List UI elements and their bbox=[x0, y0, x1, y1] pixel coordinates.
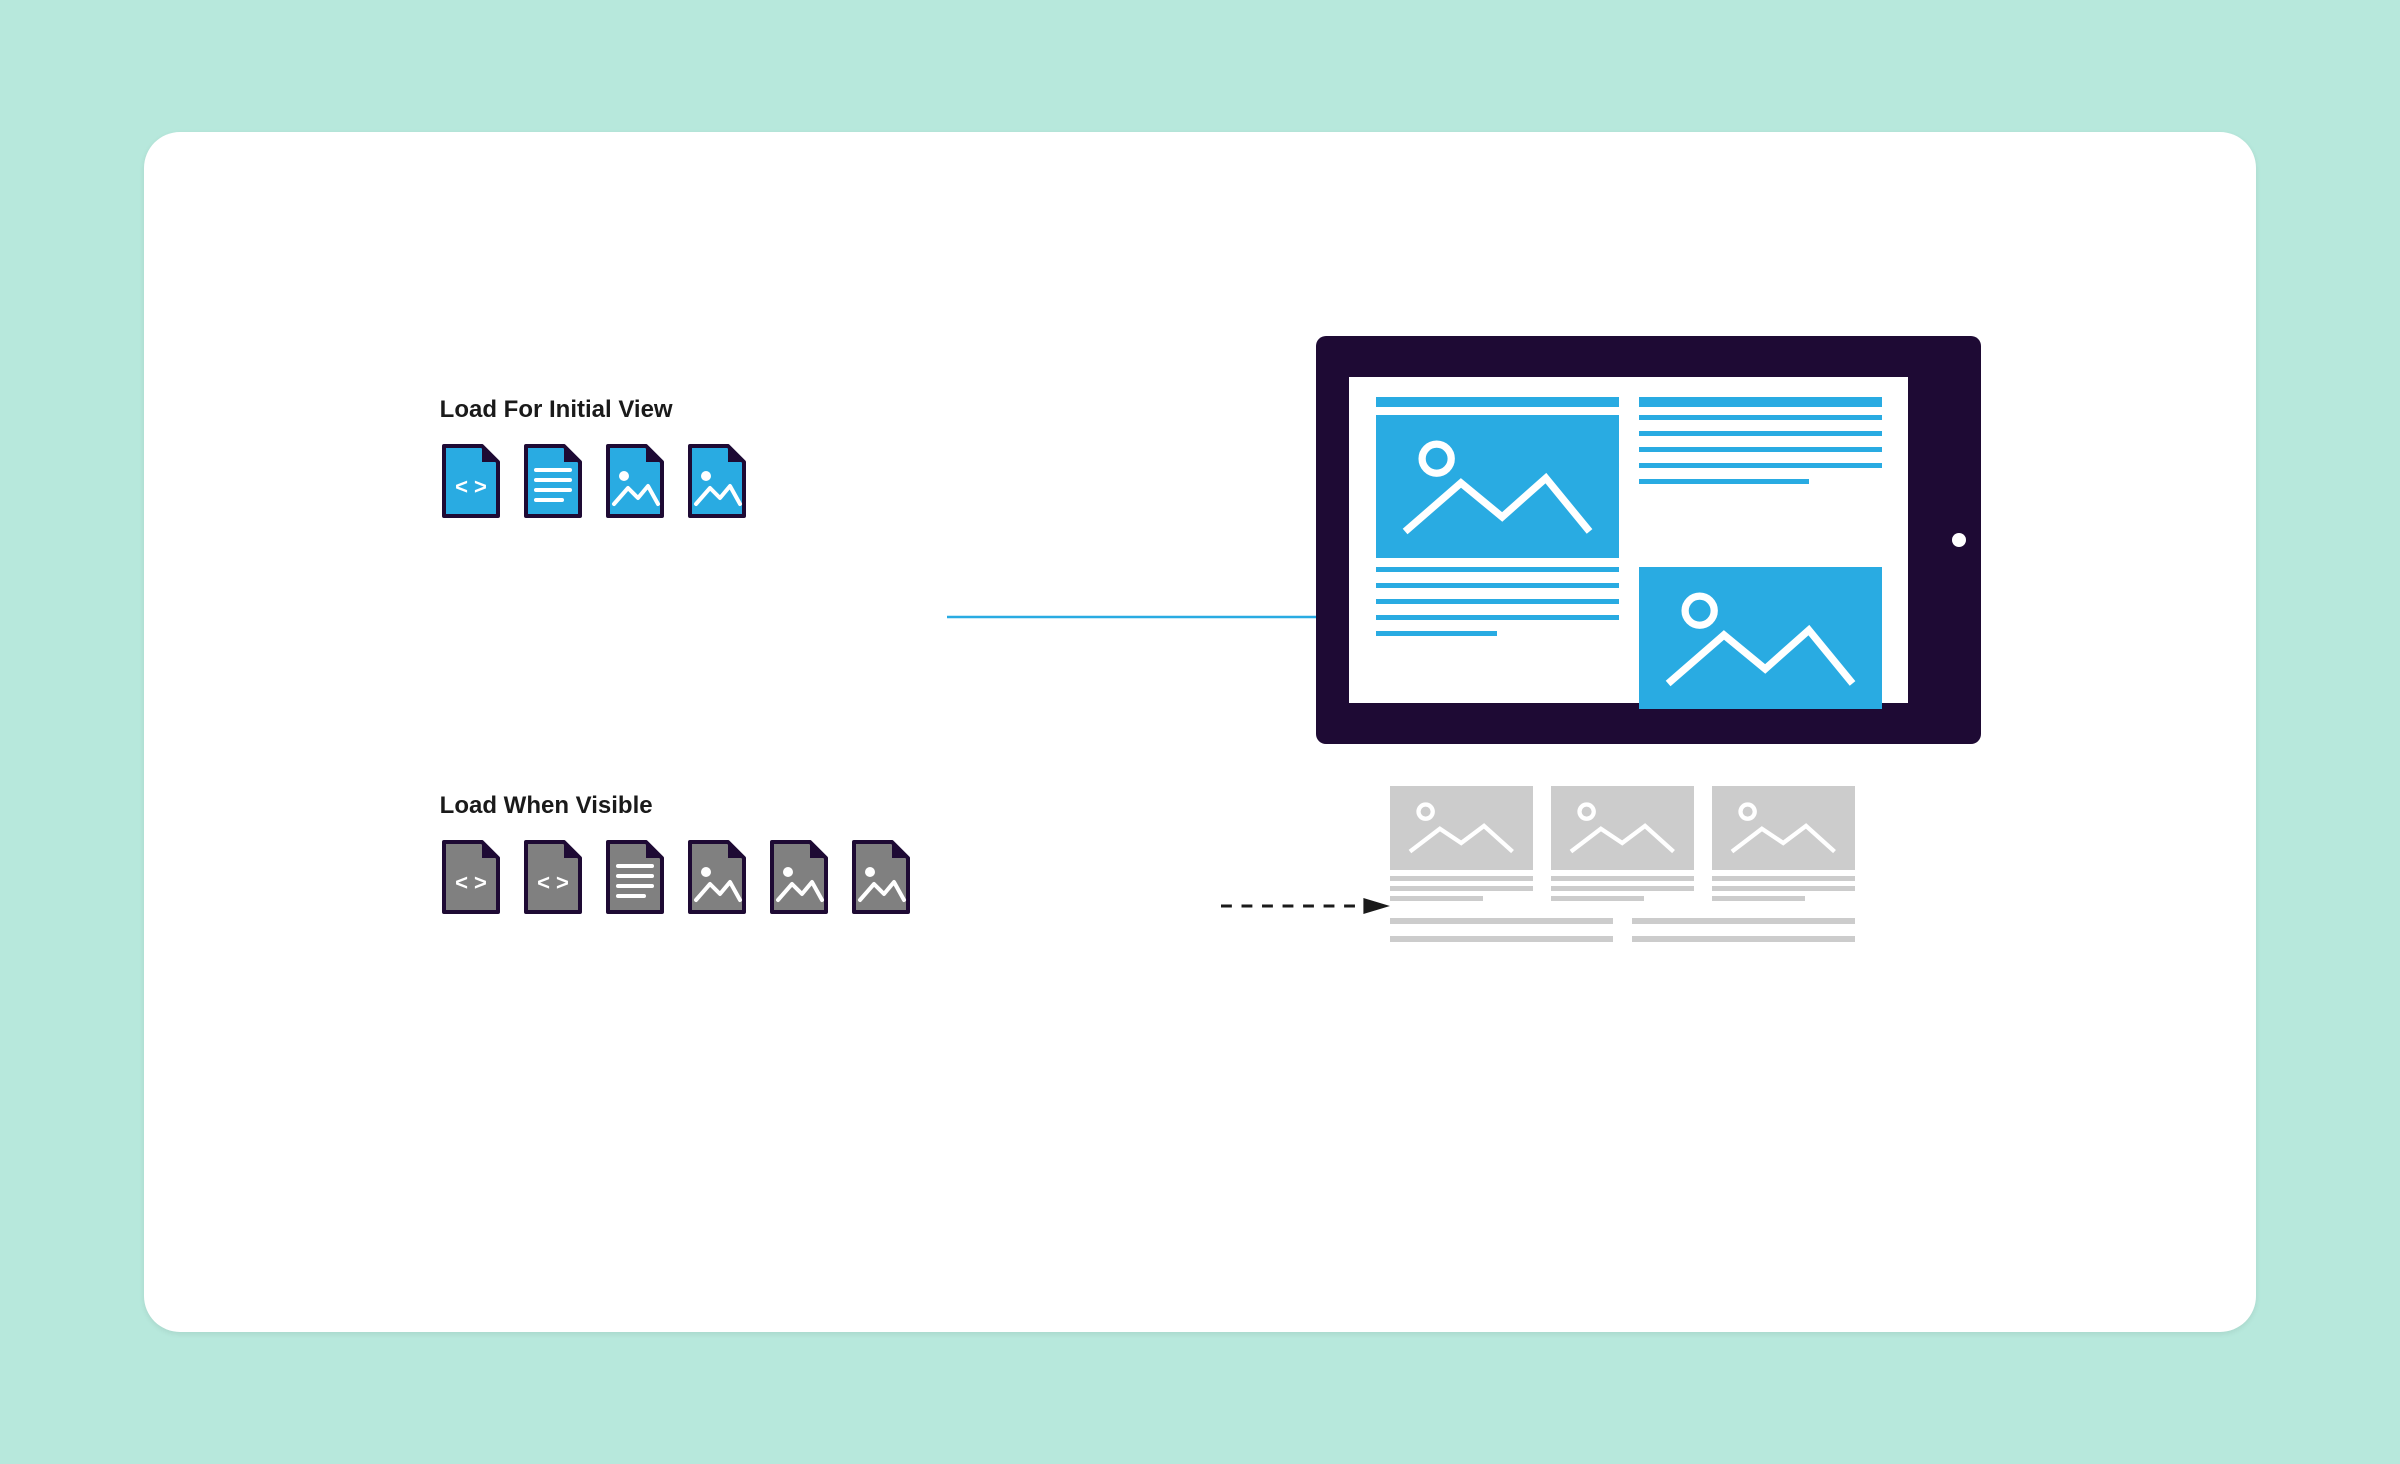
text-line bbox=[1376, 583, 1619, 588]
text-file-icon bbox=[522, 442, 584, 520]
text-line bbox=[1551, 886, 1693, 891]
text-line bbox=[1390, 876, 1532, 881]
image-file-icon bbox=[604, 442, 666, 520]
text-line bbox=[1632, 918, 1855, 924]
text-line bbox=[1390, 918, 1613, 924]
text-line bbox=[1390, 886, 1532, 891]
image-placeholder-icon bbox=[1639, 567, 1882, 710]
tablet-col bbox=[1376, 567, 1619, 710]
text-line bbox=[1712, 886, 1854, 891]
tablet-content-row-1 bbox=[1376, 415, 1882, 558]
text-line bbox=[1376, 567, 1619, 572]
tablet-header-row bbox=[1376, 397, 1882, 407]
text-line bbox=[1639, 479, 1809, 484]
bf-col bbox=[1712, 786, 1854, 906]
text-line bbox=[1639, 415, 1882, 420]
header-bar bbox=[1639, 397, 1882, 407]
bf-col bbox=[1551, 786, 1693, 906]
tablet-screen bbox=[1349, 377, 1908, 704]
text-line bbox=[1639, 463, 1882, 468]
image-file-icon bbox=[686, 838, 748, 916]
image-placeholder-icon bbox=[1376, 415, 1619, 558]
bf-row bbox=[1390, 786, 1855, 906]
text-line bbox=[1551, 896, 1644, 901]
image-file-icon bbox=[850, 838, 912, 916]
below-fold-content bbox=[1390, 786, 1855, 942]
text-line bbox=[1390, 896, 1483, 901]
bf-col bbox=[1390, 786, 1532, 906]
text-line bbox=[1639, 431, 1882, 436]
bf-wide-row bbox=[1390, 936, 1855, 942]
image-file-icon bbox=[686, 442, 748, 520]
text-file-icon bbox=[604, 838, 666, 916]
bf-wide-row bbox=[1390, 918, 1855, 924]
code-file-icon: < > bbox=[522, 838, 584, 916]
text-line bbox=[1639, 447, 1882, 452]
text-line bbox=[1376, 615, 1619, 620]
group-initial-load: Load For Initial View < > bbox=[440, 396, 1243, 520]
file-row-initial: < > bbox=[440, 442, 1243, 520]
text-line bbox=[1376, 631, 1497, 636]
tablet-col bbox=[1639, 567, 1882, 710]
text-line bbox=[1376, 599, 1619, 604]
text-line bbox=[1712, 896, 1805, 901]
label-deferred-load: Load When Visible bbox=[440, 792, 1454, 820]
tablet-col bbox=[1639, 415, 1882, 558]
tablet-device-icon bbox=[1316, 336, 1981, 744]
tablet-content-row-2 bbox=[1376, 567, 1882, 710]
tablet-home-button-icon bbox=[1952, 533, 1966, 547]
image-placeholder-icon bbox=[1551, 786, 1693, 870]
image-file-icon bbox=[768, 838, 830, 916]
text-line bbox=[1390, 936, 1613, 942]
text-line bbox=[1551, 876, 1693, 881]
image-placeholder-icon bbox=[1712, 786, 1854, 870]
code-file-icon: < > bbox=[440, 442, 502, 520]
svg-text:< >: < > bbox=[455, 870, 487, 895]
svg-text:< >: < > bbox=[537, 870, 569, 895]
text-line bbox=[1632, 936, 1855, 942]
label-initial-load: Load For Initial View bbox=[440, 396, 1243, 424]
image-placeholder-icon bbox=[1390, 786, 1532, 870]
code-file-icon: < > bbox=[440, 838, 502, 916]
tablet-col bbox=[1376, 415, 1619, 558]
diagram-body: Load For Initial View < > Load When Visi… bbox=[144, 132, 2256, 1332]
svg-text:< >: < > bbox=[455, 474, 487, 499]
text-line bbox=[1712, 876, 1854, 881]
arrow-right-dashed-icon bbox=[1221, 896, 1390, 916]
diagram-card: Load For Initial View < > Load When Visi… bbox=[144, 132, 2256, 1332]
arrow-right-solid-icon bbox=[947, 607, 1348, 627]
header-bar bbox=[1376, 397, 1619, 407]
